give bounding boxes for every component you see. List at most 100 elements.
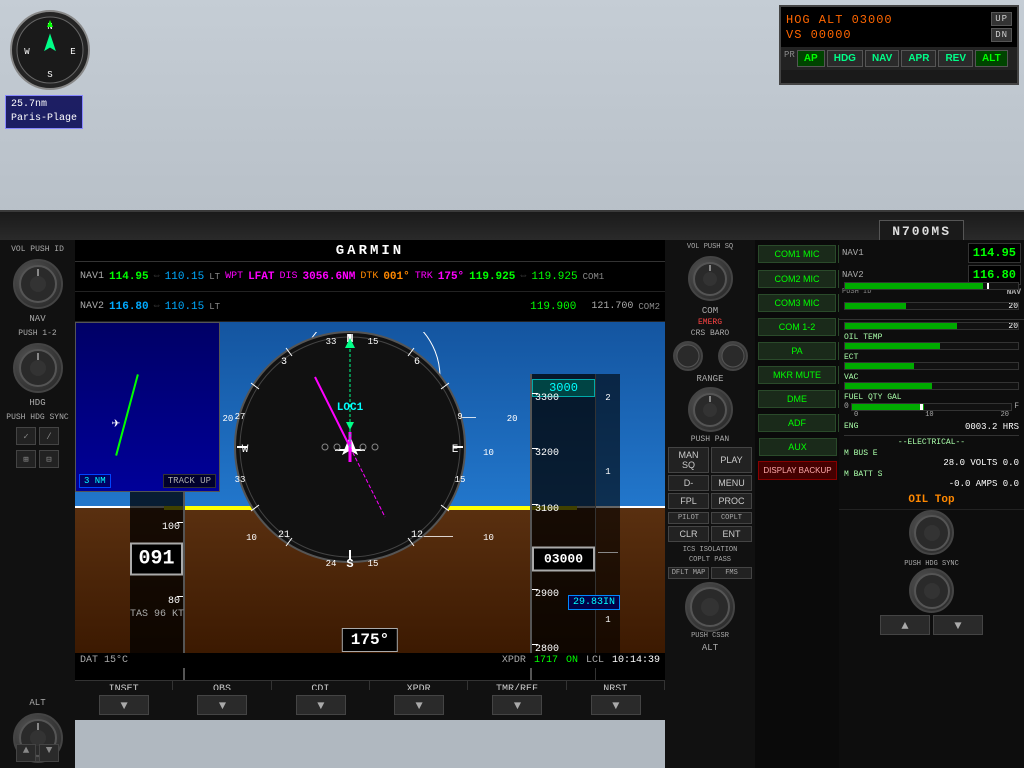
- dme-nav1-row: DME NAV1: [758, 388, 837, 410]
- grid-icon-2[interactable]: ⊟: [39, 450, 59, 468]
- d-btn[interactable]: D-: [668, 475, 709, 491]
- batt-s-row: M BATT S: [844, 470, 1019, 479]
- nav1-right-row: NAV1 114.95: [842, 243, 1021, 263]
- left-arrow-up[interactable]: ▲: [16, 744, 36, 762]
- track-up-text: TRACK UP: [163, 474, 216, 488]
- svg-text:24: 24: [326, 559, 337, 569]
- pa-spkr-row: PA SPKR: [758, 340, 837, 362]
- ap-hdg-btn[interactable]: HDG: [827, 50, 863, 67]
- oil-temp-label: OIL TEMP: [844, 333, 1019, 342]
- rpm-gauge-marker: [987, 282, 989, 290]
- adf-btn[interactable]: ADF: [758, 414, 836, 432]
- fpl-btn[interactable]: FPL: [668, 493, 709, 509]
- crs-knob[interactable]: [673, 341, 703, 371]
- bus-e-row: M BUS E: [844, 449, 1019, 458]
- ap-apr-btn[interactable]: APR: [901, 50, 936, 67]
- com3-mic-btn[interactable]: COM3 MIC: [758, 294, 836, 312]
- spd-100: 100: [162, 522, 180, 533]
- xpdr-code: 1717: [534, 655, 558, 666]
- dme-btn[interactable]: DME: [758, 390, 836, 408]
- dflt-map-label: DFLT MAP: [668, 567, 709, 579]
- left-arrow-dn[interactable]: ▼: [39, 744, 59, 762]
- ap-nav-btn[interactable]: NAV: [865, 50, 899, 67]
- com1-label: COM1: [583, 272, 605, 282]
- pitch-label-20up-r: 20: [507, 414, 518, 424]
- vol-knob[interactable]: [13, 259, 63, 309]
- range-label-box: 3 NM: [79, 470, 111, 488]
- arrow-btn-4[interactable]: ▼: [394, 695, 444, 715]
- nav1-stby: 110.15: [165, 271, 205, 283]
- pa-btn[interactable]: PA: [758, 342, 836, 360]
- arrow-btn-6[interactable]: ▼: [591, 695, 641, 715]
- ap-dn-btn[interactable]: DN: [991, 28, 1012, 42]
- ent-btn[interactable]: ENT: [711, 526, 752, 542]
- range-knob[interactable]: [688, 387, 733, 432]
- wpt-label: WPT: [225, 271, 243, 282]
- com12-btn[interactable]: COM 1-2: [758, 318, 836, 336]
- batt-s-label: M BATT S: [844, 470, 882, 479]
- display-backup-btn[interactable]: DISPLAY BACKUP: [758, 461, 837, 480]
- alt-tick-2800: [532, 644, 538, 645]
- mkr-mute-btn[interactable]: MKR MUTE: [758, 366, 836, 384]
- pilot-btn[interactable]: PILOT: [668, 512, 709, 524]
- svg-text:3: 3: [281, 357, 287, 368]
- lcl-label: LCL: [586, 655, 604, 666]
- alt-3200: 3200: [535, 448, 559, 459]
- hdg-knob-right[interactable]: [909, 510, 954, 555]
- bus-e-label: M BUS E: [844, 449, 878, 458]
- nav1-lt: LT: [209, 272, 220, 282]
- display-backup-wrapper: DISPLAY BACKUP: [758, 460, 837, 480]
- clr-btn[interactable]: CLR: [668, 526, 709, 542]
- arrow-btn-1[interactable]: ▼: [99, 695, 149, 715]
- oil-pres-scale: 20: [1003, 322, 1018, 330]
- fuel-scale-10: 10: [925, 411, 933, 419]
- dashboard-bar: [0, 210, 1024, 240]
- hdg-knob-left[interactable]: [13, 343, 63, 393]
- slash-icon[interactable]: /: [39, 427, 59, 445]
- svg-text:15: 15: [455, 475, 466, 485]
- vsi-zero-line: [598, 552, 618, 553]
- ap-alt-btn[interactable]: ALT: [975, 50, 1008, 67]
- batt-value: -0.0 AMPS 0.0: [844, 479, 1019, 489]
- vsi-2-up: 2: [596, 393, 620, 403]
- right-arrow-dn[interactable]: ▼: [933, 615, 983, 635]
- autopilot-panel: HOG ALT 03000 VS 00000 UP DN PR AP HDG N…: [779, 5, 1019, 85]
- check-icon[interactable]: ✓: [16, 427, 36, 445]
- grid-icon-1[interactable]: ⊞: [16, 450, 36, 468]
- arrow-btn-2[interactable]: ▼: [197, 695, 247, 715]
- baro-knob[interactable]: [718, 341, 748, 371]
- man-sq-btn[interactable]: MAN SQ: [668, 447, 709, 473]
- hdg-sync-right-wrapper: [839, 510, 1024, 560]
- nav1-label: NAV1: [80, 271, 104, 282]
- coplt-btn[interactable]: COPLT: [711, 512, 752, 524]
- play-btn[interactable]: PLAY: [711, 447, 752, 473]
- crs-baro-knobs: [665, 341, 755, 371]
- hsi-compass-svg: N E S W 3 6 12 21 33 15 9 15 15 24 27 33: [225, 322, 475, 572]
- menu-btn[interactable]: MENU: [711, 475, 752, 491]
- fuel-fill: [852, 404, 924, 410]
- proc-btn[interactable]: PROC: [711, 493, 752, 509]
- vol-knob-right[interactable]: [688, 256, 733, 301]
- fuel-0: 0: [844, 402, 849, 411]
- ap-rev-btn[interactable]: REV: [938, 50, 973, 67]
- ap-up-btn[interactable]: UP: [991, 12, 1012, 26]
- compass-rose-svg: N E S W: [15, 15, 85, 85]
- alt-tick-2900: [532, 589, 538, 590]
- alt-knob-right[interactable]: [909, 568, 954, 613]
- com1-mic-btn[interactable]: COM1 MIC: [758, 245, 836, 263]
- push-cssr-knob[interactable]: [685, 582, 735, 632]
- vol-knob-right-wrapper: [665, 256, 755, 301]
- com2-mic-btn[interactable]: COM2 MIC: [758, 270, 836, 288]
- aux-btn[interactable]: AUX: [759, 438, 837, 456]
- arrow-btn-5[interactable]: ▼: [492, 695, 542, 715]
- nav2-label: NAV2: [80, 301, 104, 312]
- nav-info-box: 25.7nm Paris-Plage: [5, 95, 83, 129]
- arrow-btn-3[interactable]: ▼: [296, 695, 346, 715]
- ap-ap-btn[interactable]: AP: [797, 50, 825, 67]
- svg-text:27: 27: [235, 412, 246, 422]
- right-arrow-up[interactable]: ▲: [880, 615, 930, 635]
- rpm-gauge-bar: [844, 282, 1019, 290]
- svg-text:6: 6: [414, 357, 420, 368]
- svg-text:E: E: [452, 444, 459, 456]
- vol-push-sq-label: VOL PUSH SQ: [665, 240, 755, 251]
